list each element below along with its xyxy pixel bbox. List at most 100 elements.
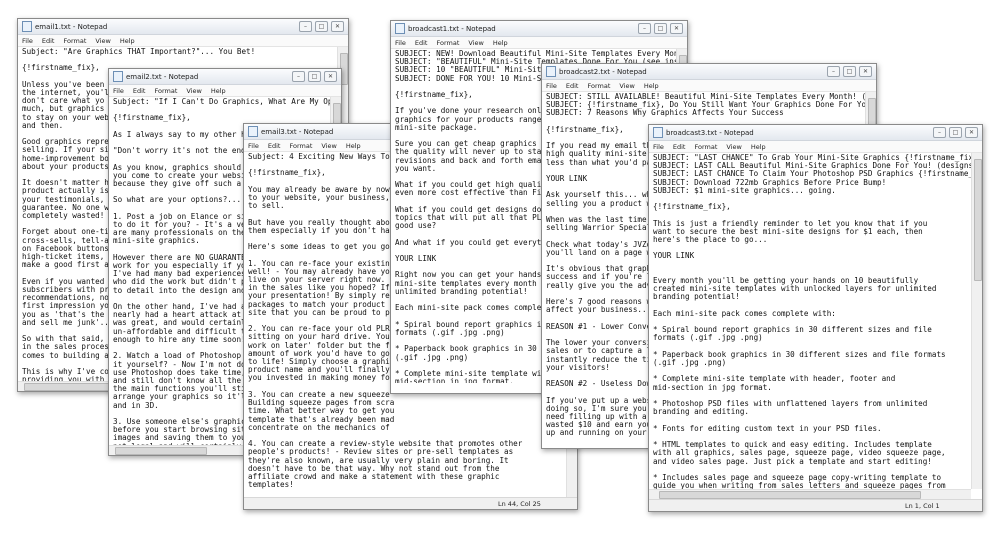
- menu-help[interactable]: Help: [211, 87, 226, 95]
- text-line: here's the place to go...: [653, 235, 768, 245]
- menu-file[interactable]: File: [546, 82, 557, 90]
- window-title: email3.txt - Notepad: [261, 127, 334, 136]
- title-bar[interactable]: broadcast1.txt - Notepad – □ ✕: [391, 21, 687, 37]
- window-title: broadcast3.txt - Notepad: [666, 128, 754, 137]
- scroll-thumb[interactable]: [115, 447, 207, 455]
- title-bar[interactable]: email1.txt - Notepad – □ ✕: [18, 19, 348, 35]
- menu-bar: File Edit Format View Help: [649, 141, 982, 153]
- text-line: formats (.gif .jpg .png): [653, 333, 763, 343]
- menu-help[interactable]: Help: [751, 143, 766, 151]
- title-bar[interactable]: broadcast2.txt - Notepad – □ ✕: [542, 64, 876, 80]
- close-button[interactable]: ✕: [859, 66, 872, 77]
- text-line: {!firstname_fix},: [113, 113, 191, 123]
- menu-edit[interactable]: Edit: [42, 37, 55, 45]
- window-title: email1.txt - Notepad: [35, 22, 108, 31]
- notepad-window-broadcast3[interactable]: broadcast3.txt - Notepad – □ ✕ File Edit…: [648, 124, 983, 512]
- window-title: email2.txt - Notepad: [126, 72, 199, 81]
- text-line: SUBJECT: $1 mini-site graphics... going.: [653, 185, 836, 195]
- close-button[interactable]: ✕: [965, 127, 978, 138]
- text-line: {!firstname_fix},: [653, 202, 731, 212]
- menu-bar: File Edit Format View Help: [18, 35, 348, 47]
- status-bar: Ln 44, Col 25: [244, 497, 577, 509]
- text-line: mid-section in jpg format.: [653, 382, 772, 392]
- maximize-button[interactable]: □: [843, 66, 856, 77]
- text-line: (.gif .jpg .png): [653, 358, 727, 368]
- close-button[interactable]: ✕: [331, 21, 344, 32]
- menu-help[interactable]: Help: [120, 37, 135, 45]
- menu-format[interactable]: Format: [587, 82, 610, 90]
- notepad-icon: [653, 127, 663, 138]
- text-line: Subject: "If I Can't Do Graphics, What A…: [113, 97, 330, 106]
- text-line: Subject: "Are Graphics THAT Important?".…: [22, 47, 256, 56]
- scroll-thumb[interactable]: [659, 491, 921, 499]
- menu-file[interactable]: File: [653, 143, 664, 151]
- menu-file[interactable]: File: [22, 37, 33, 45]
- text-line: templates!: [248, 480, 294, 490]
- menu-edit[interactable]: Edit: [673, 143, 686, 151]
- notepad-icon: [248, 126, 258, 137]
- menu-edit[interactable]: Edit: [268, 142, 281, 150]
- cursor-position: Ln 1, Col 1: [905, 502, 940, 510]
- title-bar[interactable]: email2.txt - Notepad – □ ✕: [109, 69, 341, 85]
- menu-view[interactable]: View: [95, 37, 110, 45]
- maximize-button[interactable]: □: [308, 71, 321, 82]
- notepad-icon: [546, 66, 556, 77]
- text-line: * Fonts for editing custom text in your …: [653, 423, 882, 433]
- notepad-icon: [113, 71, 123, 82]
- window-title: broadcast1.txt - Notepad: [408, 24, 496, 33]
- vertical-scrollbar[interactable]: [971, 153, 982, 489]
- menu-help[interactable]: Help: [346, 142, 361, 150]
- menu-bar: File Edit Format View Help: [391, 37, 687, 49]
- horizontal-scrollbar[interactable]: [649, 489, 971, 499]
- maximize-button[interactable]: □: [315, 21, 328, 32]
- text-line: Each mini-site pack comes complete with:: [653, 308, 836, 318]
- menu-view[interactable]: View: [619, 82, 634, 90]
- text-line: branding potential!: [653, 292, 740, 302]
- menu-file[interactable]: File: [113, 87, 124, 95]
- menu-format[interactable]: Format: [289, 142, 312, 150]
- text-line: guide you when writing from sales letter…: [653, 481, 946, 489]
- minimize-button[interactable]: –: [299, 21, 312, 32]
- cursor-position: Ln 44, Col 25: [498, 500, 541, 508]
- text-area[interactable]: SUBJECT: "LAST CHANCE" To Grab Your Mini…: [650, 153, 971, 489]
- menu-view[interactable]: View: [186, 87, 201, 95]
- text-line: and video sales page. Just pick a templa…: [653, 456, 932, 466]
- text-line: affiliate crowd and make a statement wit…: [248, 471, 500, 481]
- text-line: SUBJECT: 7 Reasons Why Graphics Affects …: [546, 108, 784, 118]
- text-line: concentrate on the mechanics of: [248, 422, 390, 432]
- close-button[interactable]: ✕: [670, 23, 683, 34]
- text-line: [248, 489, 563, 497]
- menu-bar: File Edit Format View Help: [542, 80, 876, 92]
- maximize-button[interactable]: □: [654, 23, 667, 34]
- scroll-thumb[interactable]: [974, 159, 982, 281]
- menu-edit[interactable]: Edit: [566, 82, 579, 90]
- status-bar: Ln 1, Col 1: [649, 499, 982, 511]
- menu-format[interactable]: Format: [694, 143, 717, 151]
- menu-file[interactable]: File: [395, 39, 406, 47]
- menu-help[interactable]: Help: [644, 82, 659, 90]
- text-line: branding and editing.: [653, 407, 750, 417]
- notepad-icon: [22, 21, 32, 32]
- menu-view[interactable]: View: [321, 142, 336, 150]
- maximize-button[interactable]: □: [949, 127, 962, 138]
- menu-view[interactable]: View: [468, 39, 483, 47]
- minimize-button[interactable]: –: [638, 23, 651, 34]
- menu-edit[interactable]: Edit: [133, 87, 146, 95]
- menu-format[interactable]: Format: [63, 37, 86, 45]
- minimize-button[interactable]: –: [827, 66, 840, 77]
- menu-format[interactable]: Format: [154, 87, 177, 95]
- menu-format[interactable]: Format: [436, 39, 459, 47]
- notepad-icon: [395, 23, 405, 34]
- menu-view[interactable]: View: [726, 143, 741, 151]
- window-title: broadcast2.txt - Notepad: [559, 67, 647, 76]
- minimize-button[interactable]: –: [933, 127, 946, 138]
- menu-edit[interactable]: Edit: [415, 39, 428, 47]
- text-line: [653, 261, 968, 269]
- menu-file[interactable]: File: [248, 142, 259, 150]
- close-button[interactable]: ✕: [324, 71, 337, 82]
- text-line: [653, 244, 968, 252]
- title-bar[interactable]: broadcast3.txt - Notepad – □ ✕: [649, 125, 982, 141]
- minimize-button[interactable]: –: [292, 71, 305, 82]
- menu-help[interactable]: Help: [493, 39, 508, 47]
- menu-bar: File Edit Format View Help: [109, 85, 341, 97]
